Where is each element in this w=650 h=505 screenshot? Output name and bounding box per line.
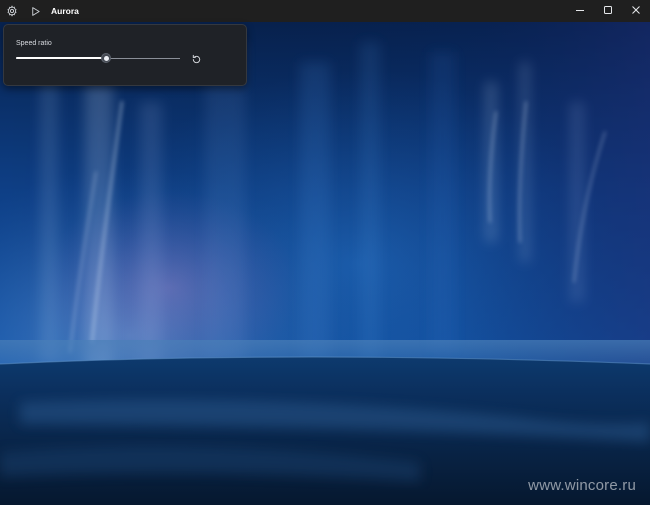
play-button[interactable] [24,0,46,22]
window-title: Aurora [51,6,79,16]
caption-buttons [566,0,650,22]
speed-ratio-label: Speed ratio [16,40,52,47]
reset-icon [192,54,200,63]
aurora-wallpaper [0,22,650,505]
aurora-scene [0,22,650,505]
aurora-window: Aurora Speed ratio www.wincore.ru [0,0,650,505]
settings-panel: Speed ratio [3,24,247,86]
maximize-button[interactable] [594,0,622,20]
close-icon [632,6,640,14]
slider-thumb[interactable] [101,53,111,63]
maximize-icon [604,6,612,14]
speed-ratio-slider[interactable] [16,52,180,66]
close-button[interactable] [622,0,650,20]
title-bar[interactable]: Aurora [0,0,650,22]
minimize-icon [576,10,584,11]
reset-button[interactable] [188,51,204,67]
minimize-button[interactable] [566,0,594,20]
slider-fill [16,57,106,59]
settings-button[interactable] [1,0,23,22]
watermark-text: www.wincore.ru [528,477,636,494]
gear-icon [7,5,17,17]
play-icon [31,6,40,16]
